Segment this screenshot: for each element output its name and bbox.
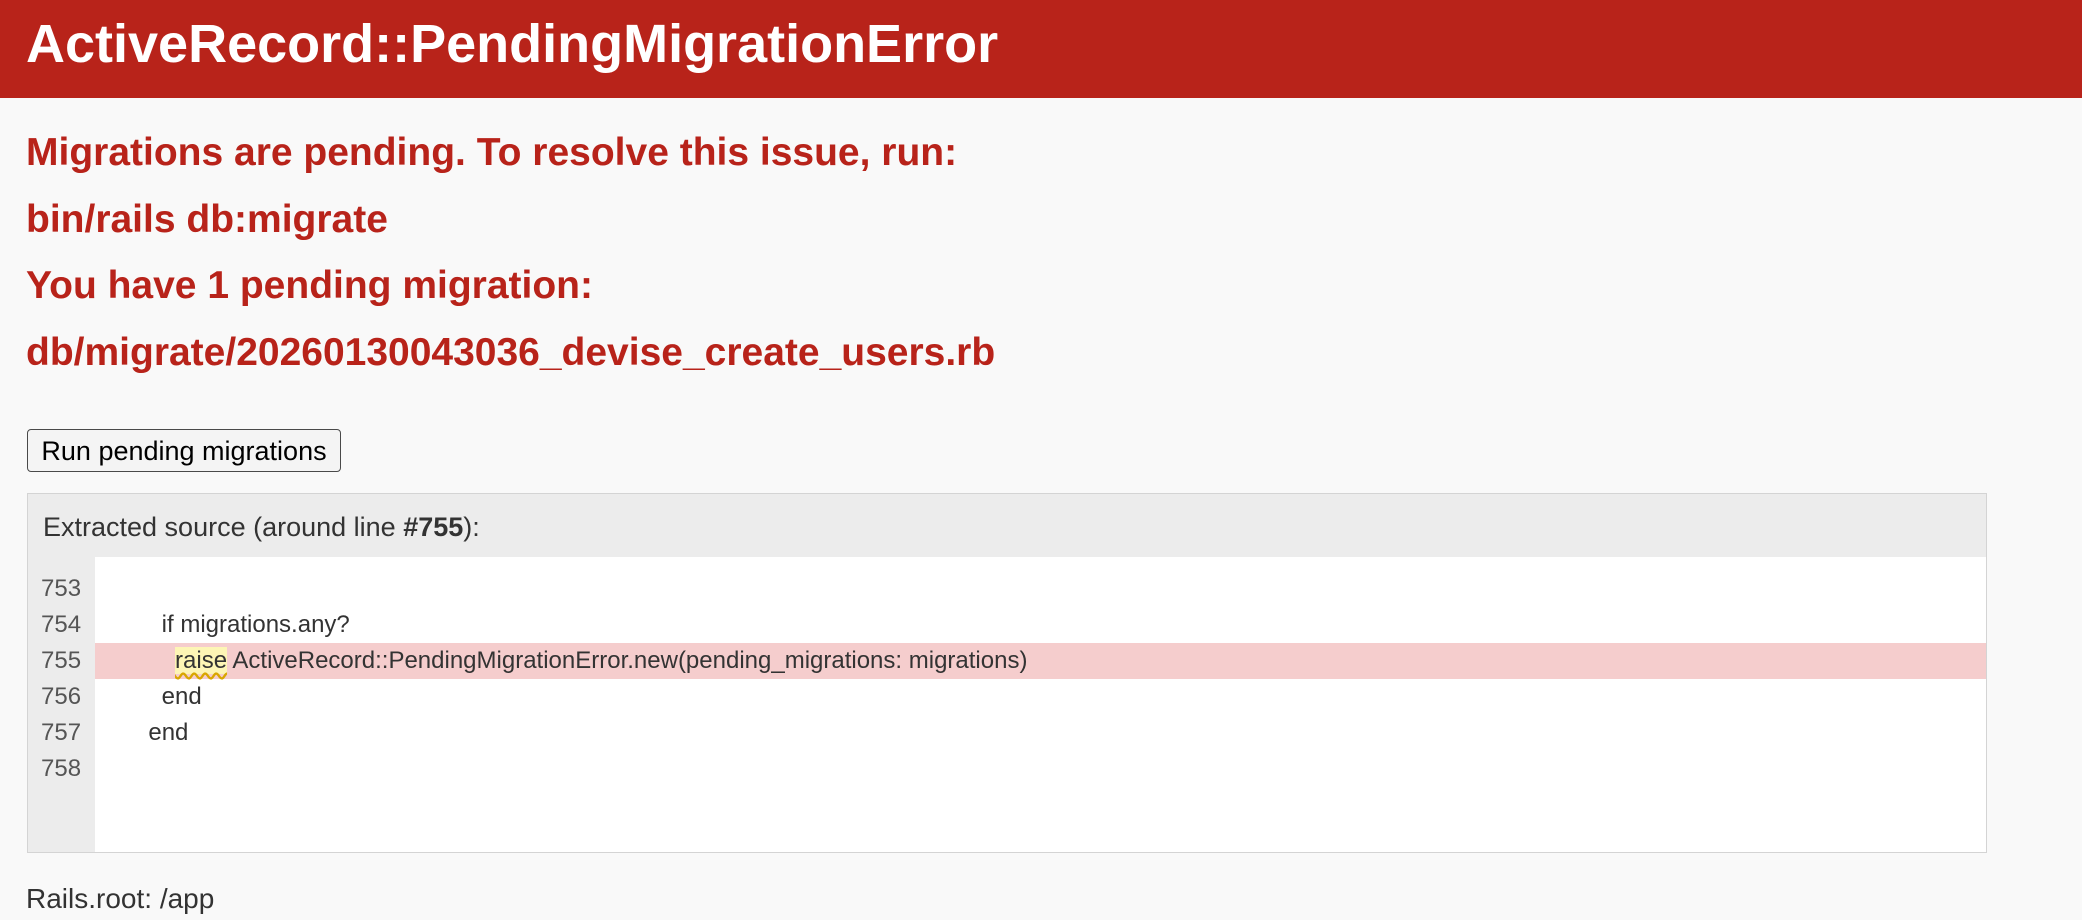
line-number-gutter: 753 754 755 756 757 758 [28,557,95,852]
extracted-source-panel: Extracted source (around line #755): 753… [27,493,1987,853]
line-number: 757 [41,719,82,746]
highlighted-code-line: raise ActiveRecord::PendingMigrationErro… [95,643,1986,679]
raise-keyword: raise [175,647,228,674]
migrate-command: bin/rails db:migrate [26,198,388,241]
extracted-source-title: Extracted source (around line #755): [43,507,480,547]
code-line: end [95,683,202,710]
run-pending-migrations-button[interactable]: Run pending migrations [27,429,341,472]
error-header: ActiveRecord::PendingMigrationError [0,0,2082,98]
line-number: 754 [41,611,82,638]
code-line: if migrations.any? [95,611,350,638]
line-number: 753 [41,575,82,602]
source-title-prefix: Extracted source (around line [43,512,404,542]
line-number: 758 [41,755,82,782]
pending-count-message: You have 1 pending migration: [26,264,593,307]
source-title-suffix: ): [463,512,480,542]
rails-root-info: Rails.root: /app [26,883,215,914]
source-title-line: #755 [403,512,464,542]
source-code-area: if migrations.any? raise ActiveRecord::P… [95,557,1986,852]
error-title: ActiveRecord::PendingMigrationError [26,14,999,74]
code-line-rest: ActiveRecord::PendingMigrationError.new(… [227,647,1028,674]
code-line: end [95,719,189,746]
line-number: 756 [41,683,82,710]
pending-migration-file: db/migrate/20260130043036_devise_create_… [26,331,996,374]
pending-message: Migrations are pending. To resolve this … [26,131,958,174]
line-number: 755 [41,647,82,674]
